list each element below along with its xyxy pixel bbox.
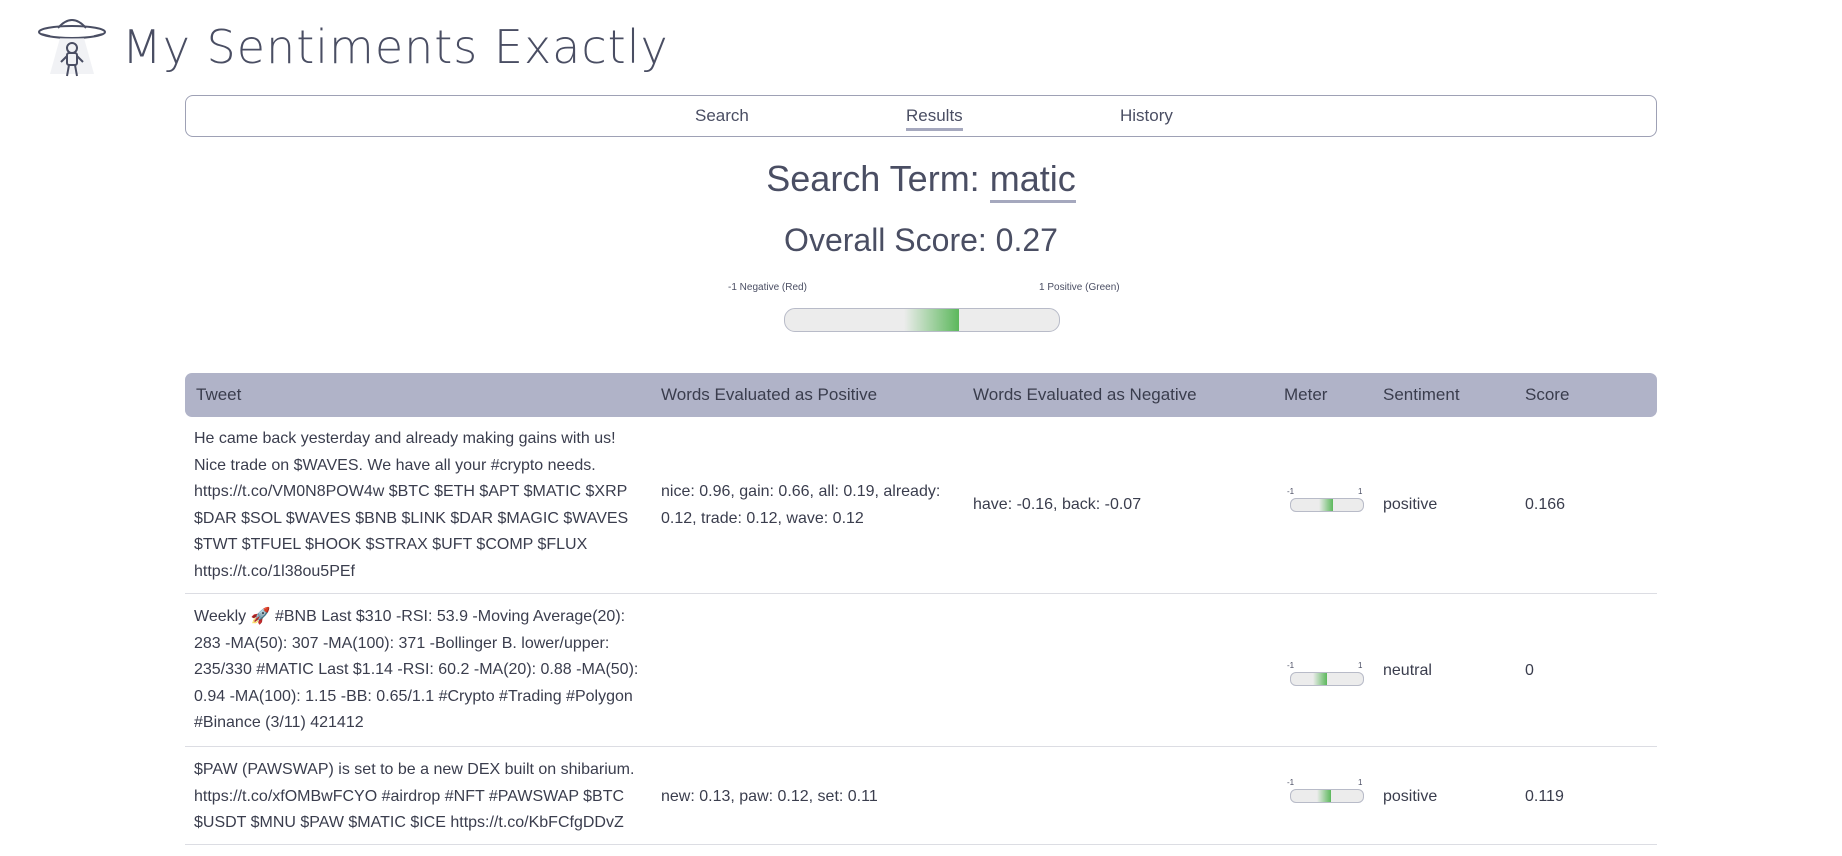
row-meter-fill <box>1312 673 1327 685</box>
sentiment-label: positive <box>1383 496 1438 513</box>
table-row: Weekly 🚀 #BNB Last $310 -RSI: 53.9 -Movi… <box>185 604 1657 747</box>
results-table-header: Tweet Words Evaluated as Positive Words … <box>185 373 1657 417</box>
search-term-label: Search Term: <box>766 158 980 199</box>
overall-meter-fill <box>904 309 959 331</box>
app-header: My Sentiments Exactly <box>36 14 669 80</box>
row-meter-fill <box>1318 499 1333 511</box>
positive-words: new: 0.13, paw: 0.12, set: 0.11 <box>661 788 878 805</box>
col-positive-words: Words Evaluated as Positive <box>661 385 878 404</box>
nav-search-tab[interactable]: Search <box>695 106 749 128</box>
col-tweet: Tweet <box>196 385 242 404</box>
main-nav: Search Results History <box>185 95 1657 137</box>
negative-scale-label: -1 Negative (Red) <box>728 282 807 293</box>
row-meter: -1 1 <box>1287 487 1367 513</box>
col-score: Score <box>1525 385 1570 404</box>
ufo-astronaut-icon <box>38 19 106 77</box>
row-meter-bar <box>1290 789 1364 803</box>
positive-scale-label: 1 Positive (Green) <box>1039 282 1120 293</box>
meter-max-label: 1 <box>1358 661 1363 670</box>
overall-sentiment-meter <box>784 308 1060 332</box>
meter-max-label: 1 <box>1358 487 1363 496</box>
nav-results-tab[interactable]: Results <box>906 106 963 131</box>
overall-score-label: Overall Score: <box>784 222 987 258</box>
score-value: 0 <box>1525 662 1534 679</box>
nav-history-tab[interactable]: History <box>1120 106 1173 128</box>
meter-min-label: -1 <box>1287 778 1295 787</box>
meter-min-label: -1 <box>1287 661 1295 670</box>
meter-min-label: -1 <box>1287 487 1295 496</box>
col-meter: Meter <box>1284 385 1328 404</box>
meter-max-label: 1 <box>1358 778 1363 787</box>
negative-words: have: -0.16, back: -0.07 <box>973 496 1142 513</box>
tweet-text: He came back yesterday and already makin… <box>194 430 629 580</box>
row-meter: -1 1 <box>1287 778 1367 804</box>
app-title: My Sentiments Exactly <box>122 20 669 74</box>
table-row: He came back yesterday and already makin… <box>185 426 1657 594</box>
table-row: $PAW (PAWSWAP) is set to be a new DEX bu… <box>185 757 1657 845</box>
row-meter-fill <box>1316 790 1332 802</box>
sentiment-label: positive <box>1383 788 1438 805</box>
tweet-text: $PAW (PAWSWAP) is set to be a new DEX bu… <box>194 761 635 831</box>
search-term-heading: Search Term: matic <box>0 158 1842 203</box>
score-value: 0.119 <box>1525 788 1564 805</box>
positive-words: nice: 0.96, gain: 0.66, all: 0.19, alrea… <box>661 483 941 527</box>
col-sentiment: Sentiment <box>1383 385 1460 404</box>
sentiment-label: neutral <box>1383 662 1432 679</box>
col-negative-words: Words Evaluated as Negative <box>973 385 1197 404</box>
row-meter: -1 1 <box>1287 661 1367 687</box>
score-value: 0.166 <box>1525 496 1566 513</box>
search-term-value: matic <box>989 158 1076 203</box>
overall-score-heading: Overall Score: 0.27 <box>0 222 1842 259</box>
tweet-text: Weekly 🚀 #BNB Last $310 -RSI: 53.9 -Movi… <box>194 608 639 731</box>
row-meter-bar <box>1290 672 1364 686</box>
row-meter-bar <box>1290 498 1364 512</box>
overall-score-value: 0.27 <box>995 222 1058 258</box>
